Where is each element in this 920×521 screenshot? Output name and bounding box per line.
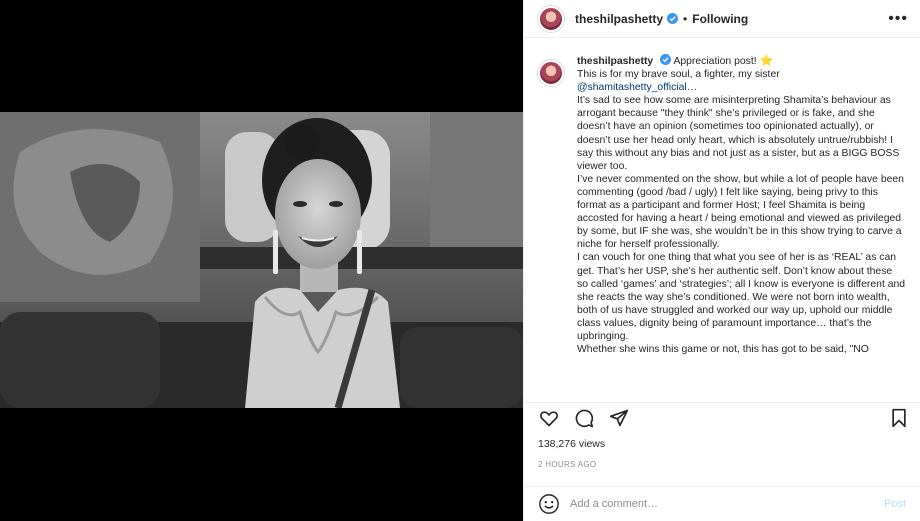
caption-section: theshilpashetty Appreciation post! ⭐ Thi… — [524, 54, 920, 394]
views-count: 138,276 views — [538, 438, 606, 450]
caption-paragraph-1: It’s sad to see how some are misinterpre… — [577, 95, 900, 172]
header-username[interactable]: theshilpashetty — [575, 12, 663, 26]
post-timestamp[interactable]: 2 HOURS AGO — [538, 460, 596, 469]
instagram-post-modal: theshilpashetty • Following ••• theshilp… — [0, 0, 920, 521]
comment-input[interactable] — [570, 498, 884, 510]
verified-badge-icon — [667, 13, 679, 24]
caption-line-2: This is for my brave soul, a fighter, my… — [577, 69, 780, 81]
caption-paragraph-4: Whether she wins this game or not, this … — [577, 344, 869, 356]
post-video[interactable] — [0, 112, 523, 408]
post-details-panel: theshilpashetty • Following ••• theshilp… — [523, 0, 920, 521]
video-frame-illustration — [0, 112, 523, 408]
share-icon[interactable] — [608, 407, 630, 429]
caption-avatar[interactable] — [538, 60, 564, 86]
post-comment-button[interactable]: Post — [884, 498, 906, 510]
following-button[interactable]: Following — [692, 12, 748, 26]
post-header: theshilpashetty • Following ••• — [524, 0, 920, 38]
caption-text: theshilpashetty Appreciation post! ⭐ Thi… — [577, 54, 906, 394]
heart-icon[interactable] — [538, 407, 560, 429]
emoji-icon[interactable] — [538, 493, 560, 515]
caption-username[interactable]: theshilpashetty — [577, 56, 653, 67]
action-bar — [524, 402, 920, 430]
more-options-button[interactable]: ••• — [888, 10, 908, 27]
comment-bar: Post — [524, 486, 920, 521]
header-separator: • — [683, 11, 688, 26]
caption-first-line: Appreciation post! — [673, 56, 757, 67]
bookmark-icon[interactable] — [888, 407, 910, 429]
mention-link[interactable]: @shamitashetty_official — [577, 82, 687, 93]
verified-badge-icon — [660, 54, 672, 65]
star-icon: ⭐ — [759, 55, 774, 67]
comment-icon[interactable] — [573, 407, 595, 429]
caption-paragraph-2: I’ve never commented on the show, but wh… — [577, 173, 904, 251]
media-pane — [0, 0, 523, 521]
caption-paragraph-3: I can vouch for one thing that what you … — [577, 252, 906, 342]
mention-suffix: … — [686, 82, 698, 94]
avatar[interactable] — [538, 5, 564, 32]
